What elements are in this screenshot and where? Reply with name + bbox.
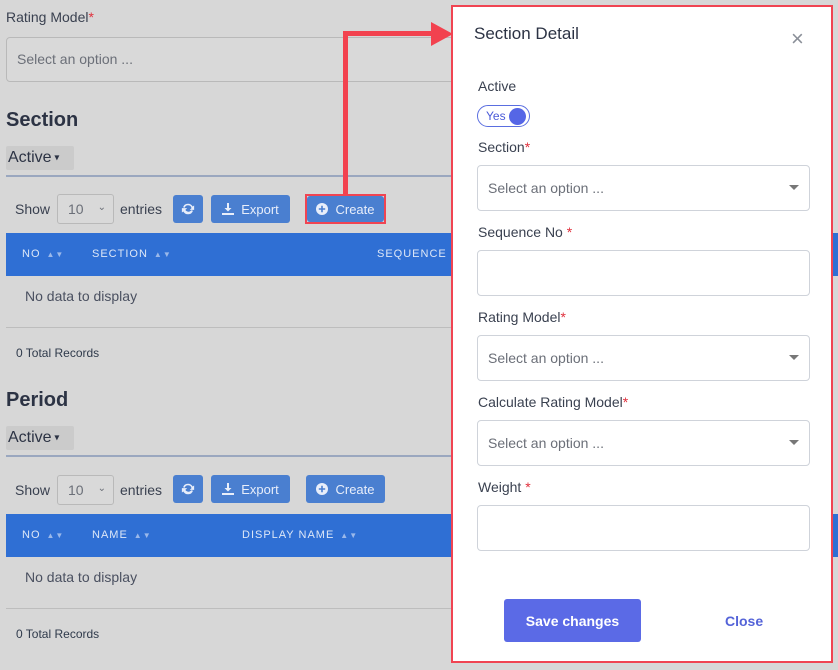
column-header-sequence[interactable]: SEQUENCE N <box>377 248 460 260</box>
close-icon[interactable]: × <box>791 28 804 50</box>
create-button[interactable]: Create <box>307 196 384 222</box>
section-heading: Section <box>6 109 79 131</box>
chevron-down-icon: ⌄ <box>97 202 106 213</box>
close-button[interactable]: Close <box>725 613 763 629</box>
period-table-header <box>6 514 452 557</box>
empty-table-message: No data to display <box>25 288 138 304</box>
period-heading: Period <box>6 389 69 411</box>
export-button[interactable]: Export <box>211 475 290 503</box>
rating-model-modal-select[interactable]: Select an option ... <box>477 335 810 381</box>
section-status-filter[interactable]: Active ▾ <box>6 146 74 170</box>
refresh-button[interactable] <box>173 475 203 503</box>
create-button[interactable]: Create <box>306 475 385 503</box>
show-label: Show <box>15 482 51 498</box>
row-divider <box>6 608 452 609</box>
dropdown-caret-icon <box>789 355 799 360</box>
refresh-icon <box>181 483 195 495</box>
sort-icon: ▲▼ <box>46 250 65 259</box>
annotation-arrow-shaft <box>343 31 348 196</box>
plus-circle-icon <box>316 483 329 495</box>
column-header-display-name[interactable]: DISPLAY NAME ▲▼ <box>242 529 358 541</box>
entries-select[interactable]: 10 ⌄ <box>57 194 114 224</box>
table-header-edge <box>833 514 838 557</box>
weight-label: Weight * <box>478 479 531 495</box>
create-label: Create <box>335 481 375 497</box>
sort-icon: ▲▼ <box>153 250 172 259</box>
toggle-text: Yes <box>486 109 506 123</box>
sequence-no-label: Sequence No * <box>478 224 573 240</box>
section-detail-modal <box>451 5 833 663</box>
chevron-down-icon: ⌄ <box>97 483 106 494</box>
modal-title: Section Detail <box>474 24 579 43</box>
table-header-edge <box>833 233 838 276</box>
show-label: Show <box>15 201 51 217</box>
sort-icon: ▲▼ <box>340 531 359 540</box>
download-icon <box>222 203 235 215</box>
total-records: 0 Total Records <box>16 346 100 360</box>
period-status-filter[interactable]: Active ▾ <box>6 426 74 450</box>
plus-circle-icon <box>316 203 329 215</box>
caret-down-icon: ▾ <box>51 432 60 444</box>
column-header-section[interactable]: SECTION ▲▼ <box>92 248 172 260</box>
entries-label: entries <box>120 201 163 217</box>
active-label: Active <box>478 78 517 94</box>
export-label: Export <box>241 201 279 217</box>
sort-icon: ▲▼ <box>46 531 65 540</box>
column-header-no[interactable]: NO ▲▼ <box>22 248 64 260</box>
calculate-rating-model-label: Calculate Rating Model* <box>478 394 629 410</box>
column-header-name[interactable]: NAME ▲▼ <box>92 529 152 541</box>
row-divider <box>6 327 452 328</box>
rating-model-label: Rating Model* <box>6 9 94 25</box>
sequence-no-input[interactable] <box>477 250 810 296</box>
download-icon <box>222 483 235 495</box>
create-label: Create <box>335 201 375 217</box>
export-label: Export <box>241 481 279 497</box>
section-divider <box>6 175 452 177</box>
rating-model-field-label: Rating Model* <box>478 309 566 325</box>
section-field-label: Section* <box>478 139 531 155</box>
caret-down-icon: ▾ <box>51 152 60 164</box>
entries-label: entries <box>120 482 163 498</box>
dropdown-caret-icon <box>789 440 799 445</box>
export-button[interactable]: Export <box>211 195 290 223</box>
weight-input[interactable] <box>477 505 810 551</box>
dropdown-caret-icon <box>789 185 799 190</box>
total-records: 0 Total Records <box>16 627 100 641</box>
section-select[interactable]: Select an option ... <box>477 165 810 211</box>
active-toggle[interactable]: Yes <box>477 105 530 127</box>
calculate-rating-model-select[interactable]: Select an option ... <box>477 420 810 466</box>
annotation-arrow-arm <box>343 31 435 36</box>
refresh-icon <box>181 203 195 215</box>
column-header-no[interactable]: NO ▲▼ <box>22 529 64 541</box>
entries-select[interactable]: 10 ⌄ <box>57 475 114 505</box>
save-changes-button[interactable]: Save changes <box>504 599 641 642</box>
rating-model-select[interactable]: Select an option ... <box>6 37 466 82</box>
sort-icon: ▲▼ <box>133 531 152 540</box>
refresh-button[interactable] <box>173 195 203 223</box>
period-divider <box>6 455 452 457</box>
empty-table-message: No data to display <box>25 569 138 585</box>
toggle-knob <box>509 108 526 125</box>
annotation-arrowhead-icon <box>431 22 453 46</box>
